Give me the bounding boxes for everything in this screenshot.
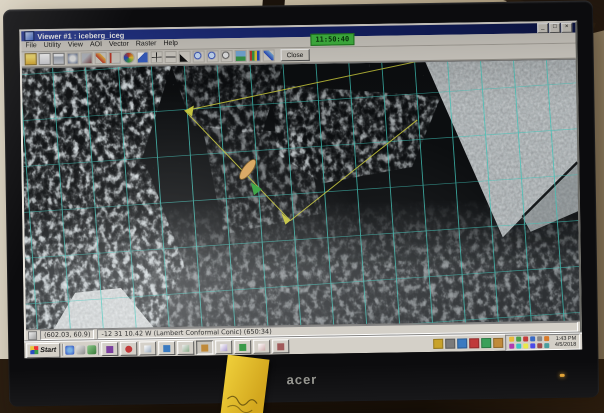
taskbar-window-button[interactable]: [272, 339, 290, 354]
image-display-icon[interactable]: [234, 49, 247, 62]
taskbar-tool-icon[interactable]: [444, 338, 455, 349]
taskbar-window-button-active[interactable]: [196, 340, 214, 355]
zoom-out-icon[interactable]: [220, 49, 233, 62]
status-mode-icon: [27, 330, 38, 340]
taskbar-tool-icon[interactable]: [492, 337, 503, 349]
new-sheet-icon[interactable]: [38, 52, 51, 65]
menu-vector[interactable]: Vector: [109, 41, 129, 48]
taskbar-window-button[interactable]: [177, 340, 195, 355]
tray-icon[interactable]: [522, 342, 528, 349]
printer-icon[interactable]: [52, 52, 65, 65]
menu-raster[interactable]: Raster: [136, 41, 157, 48]
open-folder-icon[interactable]: [24, 52, 37, 66]
pencil-icon[interactable]: [94, 51, 107, 64]
menu-help[interactable]: Help: [163, 40, 178, 47]
start-button[interactable]: Start: [26, 342, 61, 358]
power-led[interactable]: [559, 373, 565, 377]
arrow-tool-icon[interactable]: [178, 50, 191, 63]
viewer-window: Viewer #1 : iceberg_iceg _ □ × File Util…: [19, 20, 583, 343]
menu-aoi[interactable]: AOI: [90, 41, 102, 48]
zoom-in-icon[interactable]: [192, 50, 205, 63]
app-icon: [24, 31, 35, 42]
tray-clock[interactable]: 1:43 PM 4/5/2018: [552, 336, 577, 348]
tray-icon[interactable]: [522, 335, 528, 342]
tray-icon[interactable]: [543, 342, 549, 348]
sticky-note-scribble: [227, 395, 258, 413]
tray-icon[interactable]: [515, 343, 521, 349]
tray-icon[interactable]: [529, 342, 535, 348]
tray-icon[interactable]: [543, 335, 549, 341]
menu-view[interactable]: View: [68, 42, 83, 49]
clock-date: 4/5/2018: [554, 341, 577, 349]
taskbar-window-button[interactable]: [215, 340, 233, 355]
minimize-button[interactable]: _: [537, 23, 549, 34]
taskbar-separator-2: [98, 343, 100, 356]
screen-glare-mid: [21, 59, 580, 330]
acer-logo: acer: [286, 371, 318, 388]
menu-file[interactable]: File: [25, 42, 36, 49]
quicklaunch-browser-icon[interactable]: [65, 345, 75, 355]
crosshair-icon[interactable]: [150, 50, 163, 64]
overlay-clock: 11:50:40: [310, 33, 355, 46]
taskbar-tool-icon[interactable]: [468, 338, 479, 349]
taskbar-separator: [62, 343, 64, 356]
taskbar-window-button[interactable]: [120, 341, 138, 356]
tray-icon[interactable]: [529, 335, 535, 341]
tray-icon[interactable]: [515, 336, 521, 342]
system-tray: 1:43 PM 4/5/2018: [504, 333, 581, 351]
sar-ice-image[interactable]: [21, 59, 580, 330]
close-button[interactable]: Close: [280, 48, 310, 62]
acer-monitor: Viewer #1 : iceberg_iceg _ □ × File Util…: [2, 0, 600, 407]
quicklaunch-app-icon[interactable]: [87, 344, 97, 354]
screen: Viewer #1 : iceberg_iceg _ □ × File Util…: [19, 20, 583, 359]
measure-icon[interactable]: [108, 51, 121, 64]
blue-pen-icon[interactable]: [262, 49, 275, 62]
band-chart-icon[interactable]: [248, 49, 261, 62]
taskbar-window-button[interactable]: [234, 339, 252, 355]
tray-icon[interactable]: [536, 342, 542, 348]
taskbar-tool-icon[interactable]: [432, 338, 443, 349]
taskbar-window-button[interactable]: [253, 339, 271, 354]
sticky-note: [220, 354, 270, 413]
desk-photo-scene: Viewer #1 : iceberg_iceg _ □ × File Util…: [0, 0, 604, 413]
close-window-button[interactable]: ×: [561, 22, 573, 33]
menu-utility[interactable]: Utility: [44, 42, 61, 49]
map-canvas-area[interactable]: [21, 58, 580, 331]
taskbar-tool-icon[interactable]: [456, 338, 467, 349]
monitor-bezel-bottom: acer: [8, 351, 599, 406]
taskbar-window-button[interactable]: [101, 341, 119, 357]
taskbar-window-button[interactable]: [158, 340, 176, 356]
taskbar-window-button[interactable]: [139, 341, 157, 356]
cursor-position-readout: (602.03, 60.9): [39, 329, 95, 341]
tray-icon[interactable]: [508, 336, 514, 342]
maximize-button[interactable]: □: [549, 23, 561, 34]
select-pointer-icon[interactable]: [136, 51, 149, 64]
palette-icon[interactable]: [122, 51, 135, 64]
start-label: Start: [40, 346, 57, 354]
tray-icon[interactable]: [508, 343, 514, 349]
zoom-box-icon[interactable]: [206, 50, 219, 63]
redisplay-icon[interactable]: [66, 52, 79, 65]
windows-flag-icon: [30, 346, 39, 355]
quicklaunch-desktop-icon[interactable]: [76, 344, 86, 355]
tray-icon[interactable]: [536, 335, 542, 341]
dash-line-icon[interactable]: [164, 50, 177, 63]
stamp-icon[interactable]: [80, 52, 93, 65]
taskbar-tool-icon[interactable]: [480, 338, 491, 349]
